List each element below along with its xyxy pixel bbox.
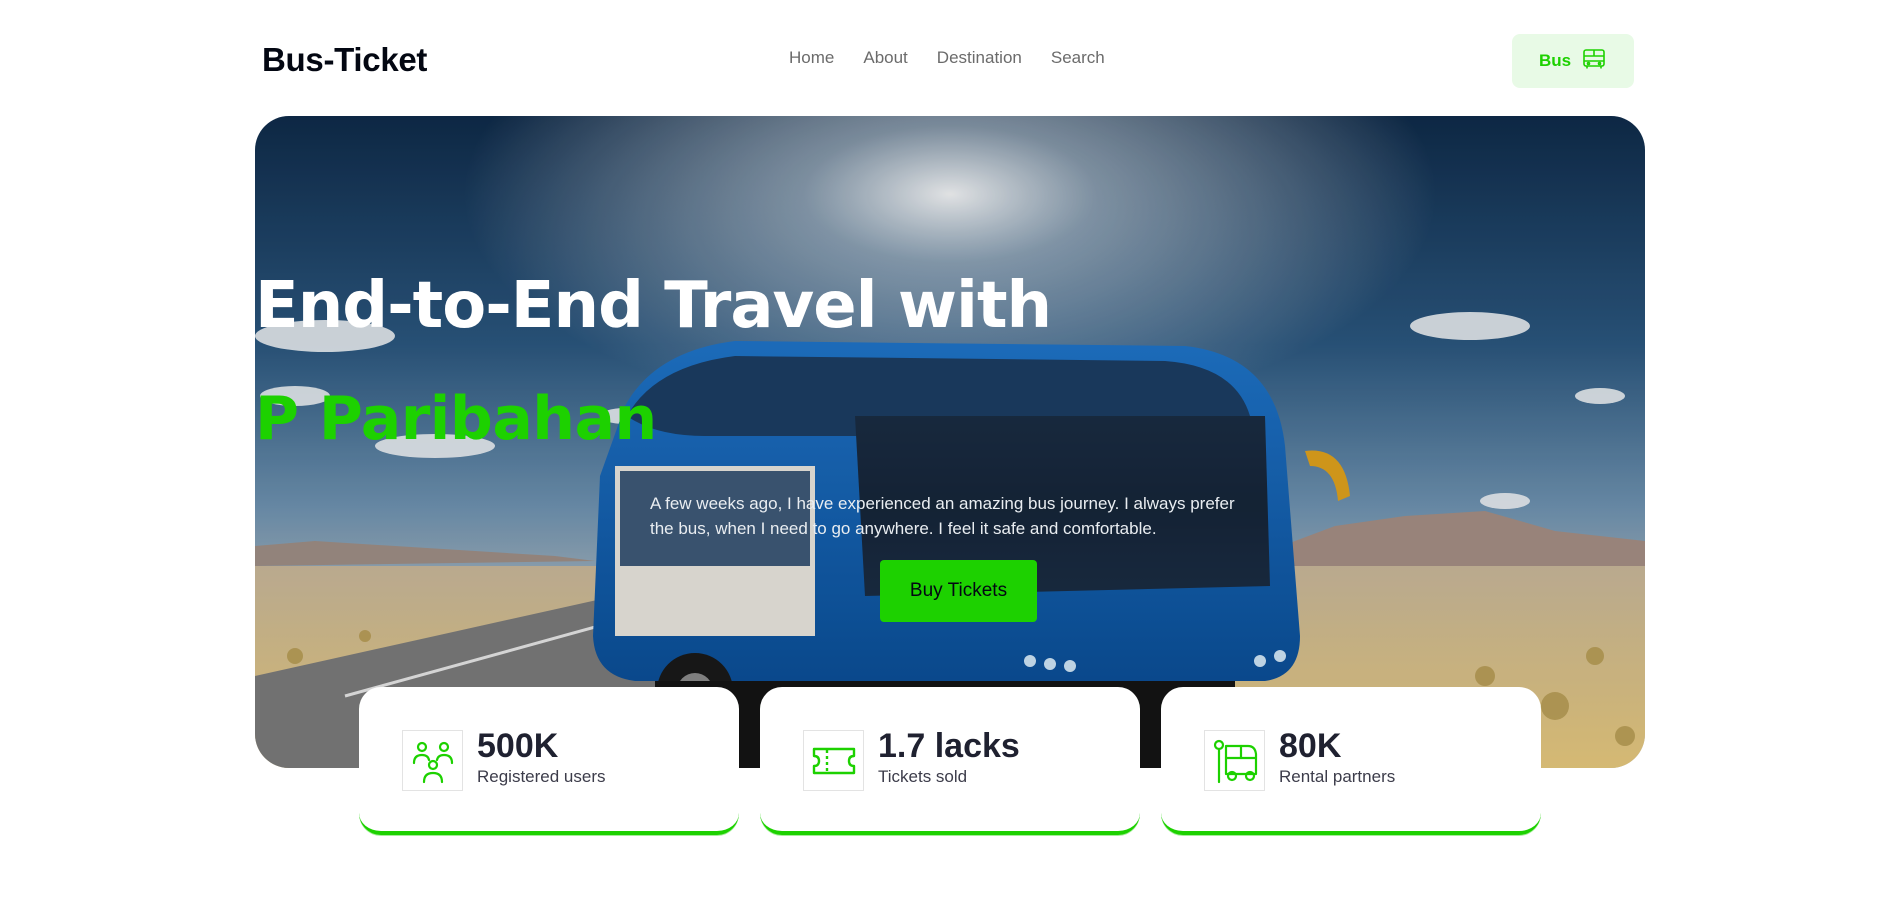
- stat-card-tickets-sold: 1.7 lacks Tickets sold: [760, 687, 1140, 835]
- stat-value: 80K: [1279, 727, 1342, 765]
- nav-link-about[interactable]: About: [863, 48, 907, 68]
- stat-card-registered-users: 500K Registered users: [359, 687, 739, 835]
- stat-card-rental-partners: 80K Rental partners: [1161, 687, 1541, 835]
- stat-label: Registered users: [477, 767, 606, 786]
- navbar: Bus-Ticket Home About Destination Search…: [262, 34, 1634, 88]
- ticket-icon: [803, 730, 864, 791]
- users-icon: [402, 730, 463, 791]
- site-logo[interactable]: Bus-Ticket: [262, 41, 427, 79]
- hero-banner: End-to-End Travel with P Paribahan A few…: [255, 116, 1645, 768]
- nav-menu: Home About Destination Search: [789, 48, 1105, 68]
- buy-tickets-button[interactable]: Buy Tickets: [880, 560, 1037, 622]
- bus-button[interactable]: Bus: [1512, 34, 1634, 88]
- nav-link-home[interactable]: Home: [789, 48, 834, 68]
- hero-description: A few weeks ago, I have experienced an a…: [650, 494, 1235, 538]
- stat-label: Rental partners: [1279, 767, 1396, 786]
- stat-label: Tickets sold: [878, 767, 968, 786]
- stat-value: 1.7 lacks: [878, 727, 1020, 765]
- bus-icon: [1581, 46, 1607, 77]
- nav-link-search[interactable]: Search: [1051, 48, 1105, 68]
- hero-title: End-to-End Travel with: [255, 269, 1052, 343]
- hero-brand-name: P Paribahan: [255, 384, 657, 454]
- bus-button-label: Bus: [1538, 51, 1572, 70]
- nav-link-destination[interactable]: Destination: [937, 48, 1022, 68]
- stats-row: 500K Registered users 1.7 lacks Tickets …: [359, 687, 1541, 835]
- rental-bus-icon: [1204, 730, 1265, 791]
- stat-value: 500K: [477, 727, 559, 765]
